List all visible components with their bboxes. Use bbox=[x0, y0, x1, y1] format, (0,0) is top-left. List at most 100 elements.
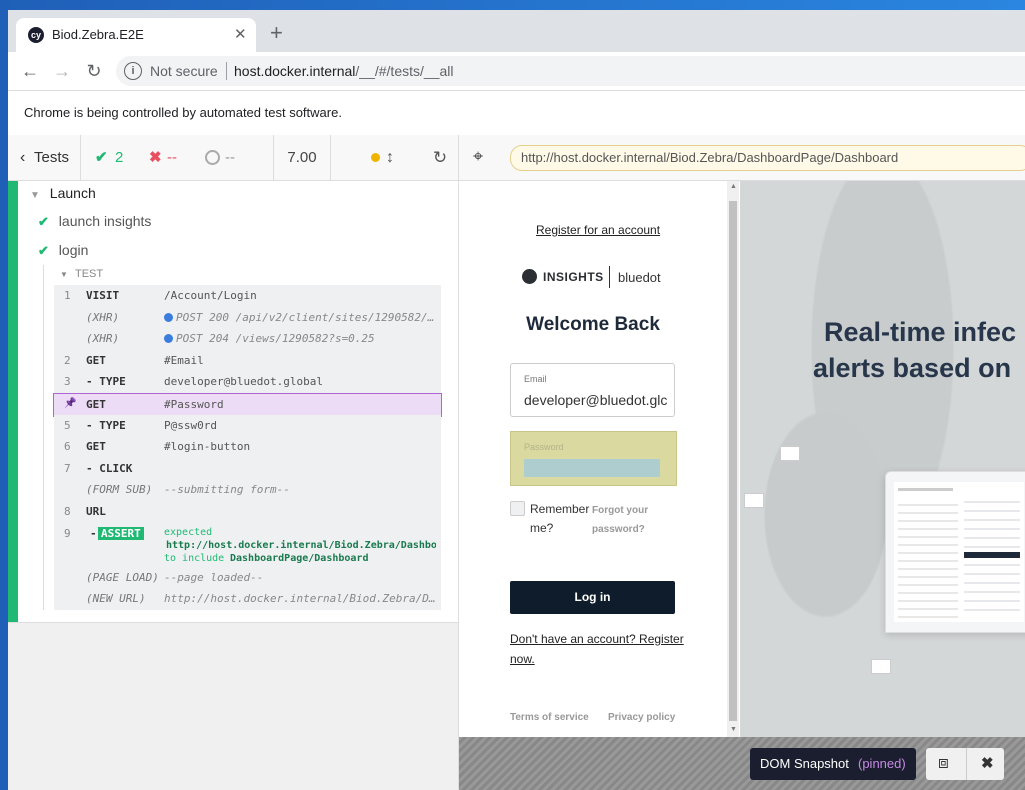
info-icon[interactable]: i bbox=[124, 62, 142, 80]
browser-toolbar: ← → ↻ i Not secure host.docker.internal/… bbox=[8, 52, 1025, 90]
tests-button[interactable]: ‹ Tests bbox=[8, 135, 81, 180]
aut-iframe: Register for an account INSIGHTS bluedot… bbox=[459, 181, 1025, 737]
snapshot-divider bbox=[966, 748, 967, 780]
highlight-toggle-icon[interactable]: ⧈ bbox=[938, 753, 949, 773]
command-row[interactable]: (XHR) POST 204 /views/1290582?s=0.25 bbox=[54, 328, 441, 351]
command-row[interactable]: 1 VISIT/Account/Login bbox=[54, 285, 441, 308]
command-name: (NEW URL) bbox=[86, 592, 146, 606]
aut-header: ⌖ http://host.docker.internal/Biod.Zebra… bbox=[459, 135, 1025, 181]
pass-check-icon: ✔ bbox=[38, 214, 49, 229]
scroll-up-icon[interactable]: ▲ bbox=[730, 183, 737, 190]
remember-checkbox[interactable] bbox=[510, 501, 525, 516]
test-row[interactable]: ✔ launch insights bbox=[38, 213, 151, 230]
restart-icon[interactable]: ↻ bbox=[422, 135, 458, 180]
scroll-down-icon[interactable]: ▼ bbox=[730, 726, 737, 733]
nesting-line bbox=[43, 265, 44, 610]
auto-scroll-icon[interactable]: ↕ bbox=[386, 135, 394, 180]
chrome-window: cy Biod.Zebra.E2E ✕ + ← → ↻ i Not secure… bbox=[8, 10, 1025, 790]
forgot-line: password? bbox=[592, 524, 645, 535]
new-tab-icon[interactable]: + bbox=[270, 22, 283, 44]
command-message: P@ssw0rd bbox=[164, 419, 439, 432]
command-name: VISIT bbox=[86, 289, 120, 302]
suite-title: Launch bbox=[49, 185, 96, 201]
browser-tab[interactable]: cy Biod.Zebra.E2E ✕ bbox=[16, 18, 256, 52]
tests-label: Tests bbox=[34, 149, 70, 166]
register-now-line: now. bbox=[510, 652, 535, 666]
tab-close-icon[interactable]: ✕ bbox=[234, 25, 247, 43]
reload-icon[interactable]: ↻ bbox=[81, 58, 107, 84]
address-url[interactable]: host.docker.internal/__/#/tests/__all bbox=[234, 63, 453, 79]
running-indicator-icon bbox=[371, 153, 380, 162]
command-row[interactable]: (NEW URL) http://host.docker.internal/Bio… bbox=[54, 588, 441, 611]
collapse-triangle-icon: ▼ bbox=[60, 270, 68, 279]
unpin-close-icon[interactable]: ✖ bbox=[981, 754, 994, 772]
command-row[interactable]: 2 GET #Email bbox=[54, 349, 441, 373]
command-name: - TYPE bbox=[86, 375, 126, 389]
xhr-status-dot-icon bbox=[164, 334, 173, 344]
forgot-password-link[interactable]: Forgot your password? bbox=[592, 501, 648, 539]
address-bar[interactable]: i Not secure host.docker.internal/__/#/t… bbox=[116, 56, 1025, 86]
security-label: Not secure bbox=[150, 63, 218, 79]
email-field[interactable]: Email developer@bluedot.glc bbox=[510, 363, 675, 417]
command-row[interactable]: 8 URL bbox=[54, 501, 441, 524]
command-message: #login-button bbox=[164, 440, 439, 453]
command-number: 9 bbox=[64, 526, 71, 540]
forward-icon[interactable]: → bbox=[49, 58, 75, 84]
command-name: GET bbox=[86, 440, 106, 454]
privacy-link[interactable]: Privacy policy bbox=[608, 712, 675, 723]
command-row[interactable]: 📌 GET #Password bbox=[53, 393, 442, 417]
dom-snapshot-pill: DOM Snapshot (pinned) bbox=[750, 748, 916, 780]
command-row[interactable]: 5 - TYPE P@ssw0rd bbox=[54, 414, 441, 438]
register-link[interactable]: Register for an account bbox=[536, 223, 660, 237]
login-button[interactable]: Log in bbox=[510, 581, 675, 614]
command-message-text: #login-button bbox=[164, 440, 251, 454]
test-section-header[interactable]: ▼ TEST bbox=[60, 268, 103, 280]
laptop-screen bbox=[894, 482, 1024, 622]
command-row[interactable]: (FORM SUB) --submitting form-- bbox=[54, 479, 441, 502]
app-under-test: Register for an account INSIGHTS bluedot… bbox=[459, 181, 1025, 790]
controls: ↕ bbox=[331, 135, 421, 180]
selector-playground-icon[interactable]: ⌖ bbox=[473, 146, 483, 167]
hero-map-panel: Real-time infec alerts based on bbox=[740, 181, 1025, 737]
test-row[interactable]: ✔ login bbox=[38, 242, 88, 259]
xhr-status-dot-icon bbox=[164, 312, 173, 322]
cypress-favicon-icon: cy bbox=[28, 27, 44, 43]
command-row[interactable]: (PAGE LOAD) --page loaded-- bbox=[54, 566, 441, 590]
failed-x-icon: ✖ bbox=[149, 149, 162, 166]
laptop-screenshot-image bbox=[885, 471, 1025, 633]
command-message-text: /Account/Login bbox=[164, 289, 257, 302]
command-name: - TYPE bbox=[86, 418, 126, 432]
logo-company: bluedot bbox=[618, 270, 661, 285]
command-message-text: P@ssw0rd bbox=[164, 418, 217, 432]
url-host: host.docker.internal bbox=[234, 63, 356, 79]
pass-check-icon: ✔ bbox=[38, 243, 49, 258]
scrollbar-thumb[interactable] bbox=[729, 201, 737, 721]
hero-line: Real-time infec bbox=[824, 317, 1017, 347]
command-log-panel: ▼ Launch ✔ launch insights ✔ login ▼ TES… bbox=[8, 181, 459, 790]
command-name: GET bbox=[86, 353, 106, 367]
map-marker-icon bbox=[871, 659, 891, 674]
command-message-text: #Password bbox=[164, 398, 224, 411]
tab-strip: cy Biod.Zebra.E2E ✕ + bbox=[8, 10, 1025, 52]
password-label: Password bbox=[524, 442, 564, 452]
terms-link[interactable]: Terms of service bbox=[510, 712, 589, 723]
command-row[interactable]: 7 - CLICK bbox=[54, 457, 441, 481]
iframe-scrollbar[interactable]: ▲ ▼ bbox=[727, 181, 739, 737]
command-message: developer@bluedot.global bbox=[164, 375, 439, 388]
command-row[interactable]: 6 GET #login-button bbox=[54, 436, 441, 459]
password-field[interactable]: Password bbox=[510, 431, 677, 486]
suite-row[interactable]: ▼ Launch bbox=[30, 185, 96, 201]
register-now-link[interactable]: Don't have an account? Register now. bbox=[510, 629, 684, 669]
back-icon[interactable]: ← bbox=[17, 58, 43, 84]
test-title: login bbox=[58, 242, 89, 258]
command-number: 1 bbox=[64, 289, 71, 302]
map-marker-icon bbox=[744, 493, 764, 508]
collapse-triangle-icon: ▼ bbox=[30, 190, 40, 201]
assert-row[interactable]: 9 - ASSERT expected http://host.docker.inter… bbox=[54, 522, 441, 568]
command-row[interactable]: (XHR) POST 200 /api/v2/client/sites/12905… bbox=[54, 306, 441, 330]
remember-label-line: me? bbox=[530, 521, 554, 535]
assert-target: DashboardPage/Dashboard bbox=[230, 552, 369, 564]
forgot-line: Forgot your bbox=[592, 505, 649, 516]
email-value: developer@bluedot.glc bbox=[524, 392, 668, 408]
command-row[interactable]: 3 - TYPE developer@bluedot.global bbox=[54, 371, 441, 394]
